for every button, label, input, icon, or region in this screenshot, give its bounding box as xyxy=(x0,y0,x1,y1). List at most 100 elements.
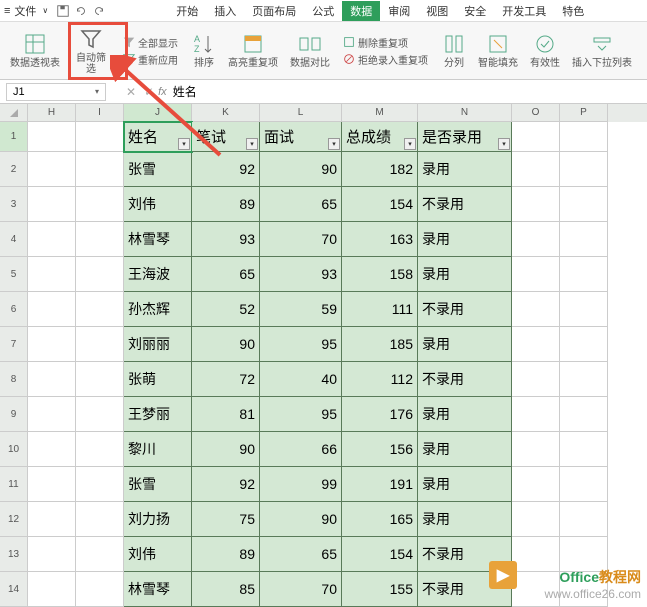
cell[interactable]: 录用 xyxy=(418,432,512,467)
cell[interactable] xyxy=(512,152,560,187)
row-header[interactable]: 7 xyxy=(0,327,28,362)
cell[interactable] xyxy=(560,362,608,397)
cell[interactable]: 75 xyxy=(192,502,260,537)
cell[interactable]: 录用 xyxy=(418,397,512,432)
cell[interactable]: 张萌 xyxy=(124,362,192,397)
cell[interactable]: 156 xyxy=(342,432,418,467)
cell[interactable]: 录用 xyxy=(418,222,512,257)
cell[interactable] xyxy=(560,467,608,502)
cell[interactable]: 155 xyxy=(342,572,418,607)
cell[interactable] xyxy=(76,327,124,362)
cell[interactable]: 刘伟 xyxy=(124,537,192,572)
reject-dup-button[interactable]: 拒绝录入重复项 xyxy=(342,51,430,68)
tab-featured[interactable]: 特色 xyxy=(554,1,592,21)
row-header[interactable]: 5 xyxy=(0,257,28,292)
cell[interactable]: 张雪 xyxy=(124,467,192,502)
row-header[interactable]: 3 xyxy=(0,187,28,222)
row-header[interactable]: 14 xyxy=(0,572,28,607)
cell-H1[interactable] xyxy=(28,122,76,152)
cell[interactable]: 90 xyxy=(260,152,342,187)
row-header[interactable]: 13 xyxy=(0,537,28,572)
row-header[interactable]: 4 xyxy=(0,222,28,257)
cell[interactable] xyxy=(512,187,560,222)
select-all-corner[interactable] xyxy=(0,104,28,122)
fx-icon[interactable]: fx xyxy=(158,86,167,98)
cell[interactable] xyxy=(76,397,124,432)
cell[interactable] xyxy=(28,362,76,397)
qat-redo-icon[interactable] xyxy=(92,4,106,18)
cell[interactable]: 85 xyxy=(192,572,260,607)
cell[interactable] xyxy=(28,537,76,572)
cancel-icon[interactable]: ✕ xyxy=(126,85,136,99)
tab-layout[interactable]: 页面布局 xyxy=(244,1,304,21)
cell-O1[interactable] xyxy=(512,122,560,152)
cell[interactable]: 录用 xyxy=(418,502,512,537)
highlight-dup-button[interactable]: 高亮重复项 xyxy=(222,22,284,79)
cell[interactable] xyxy=(28,397,76,432)
cell[interactable]: 154 xyxy=(342,187,418,222)
cell[interactable]: 93 xyxy=(192,222,260,257)
row-header[interactable]: 11 xyxy=(0,467,28,502)
cell[interactable] xyxy=(76,467,124,502)
cell[interactable]: 70 xyxy=(260,222,342,257)
cell[interactable] xyxy=(560,397,608,432)
cell[interactable] xyxy=(28,502,76,537)
cell[interactable]: 40 xyxy=(260,362,342,397)
cell[interactable] xyxy=(512,467,560,502)
col-header-L[interactable]: L xyxy=(260,104,342,122)
menu-icon[interactable]: ≡ xyxy=(4,5,10,17)
file-dropdown-icon[interactable]: ∨ xyxy=(42,6,48,15)
cell[interactable]: 90 xyxy=(192,327,260,362)
cell[interactable] xyxy=(28,572,76,607)
tab-formula[interactable]: 公式 xyxy=(304,1,342,21)
cell[interactable]: 93 xyxy=(260,257,342,292)
cell-J1[interactable]: 姓名▾ xyxy=(124,122,192,152)
cell[interactable] xyxy=(512,432,560,467)
filter-arrow-icon[interactable]: ▾ xyxy=(498,138,510,150)
cell[interactable] xyxy=(76,257,124,292)
cell[interactable] xyxy=(28,432,76,467)
tab-security[interactable]: 安全 xyxy=(456,1,494,21)
tab-home[interactable]: 开始 xyxy=(168,1,206,21)
cell[interactable] xyxy=(76,152,124,187)
cell[interactable]: 70 xyxy=(260,572,342,607)
row-header[interactable]: 2 xyxy=(0,152,28,187)
qat-save-icon[interactable] xyxy=(56,4,70,18)
cell-L1[interactable]: 面试▾ xyxy=(260,122,342,152)
file-menu[interactable]: 文件 xyxy=(14,3,36,19)
cell[interactable] xyxy=(512,257,560,292)
validation-button[interactable]: 有效性 xyxy=(524,22,566,79)
cell[interactable]: 89 xyxy=(192,187,260,222)
cell[interactable]: 89 xyxy=(192,537,260,572)
tab-review[interactable]: 审阅 xyxy=(380,1,418,21)
col-header-N[interactable]: N xyxy=(418,104,512,122)
col-header-J[interactable]: J xyxy=(124,104,192,122)
tab-insert[interactable]: 插入 xyxy=(206,1,244,21)
cell-I1[interactable] xyxy=(76,122,124,152)
cell[interactable] xyxy=(28,327,76,362)
cell[interactable]: 59 xyxy=(260,292,342,327)
cell[interactable] xyxy=(512,502,560,537)
tab-data[interactable]: 数据 xyxy=(342,1,380,21)
col-header-O[interactable]: O xyxy=(512,104,560,122)
cell[interactable] xyxy=(76,502,124,537)
col-header-M[interactable]: M xyxy=(342,104,418,122)
cell[interactable]: 林雪琴 xyxy=(124,222,192,257)
show-all-button[interactable]: 全部显示 xyxy=(122,34,180,51)
spreadsheet-grid[interactable]: H I J K L M N O P 1 姓名▾ 笔试▾ 面试▾ 总成绩▾ 是否录… xyxy=(0,104,647,607)
col-header-H[interactable]: H xyxy=(28,104,76,122)
cell[interactable]: 张雪 xyxy=(124,152,192,187)
cell[interactable] xyxy=(76,187,124,222)
cell[interactable]: 154 xyxy=(342,537,418,572)
confirm-icon[interactable]: ✓ xyxy=(144,85,154,99)
sort-button[interactable]: AZ 排序 xyxy=(186,22,222,79)
cell[interactable]: 95 xyxy=(260,397,342,432)
cell[interactable]: 王海波 xyxy=(124,257,192,292)
cell[interactable] xyxy=(28,152,76,187)
cell[interactable] xyxy=(512,292,560,327)
tab-devtools[interactable]: 开发工具 xyxy=(494,1,554,21)
cell[interactable]: 66 xyxy=(260,432,342,467)
cell[interactable]: 刘力扬 xyxy=(124,502,192,537)
cell[interactable] xyxy=(560,502,608,537)
cell-K1[interactable]: 笔试▾ xyxy=(192,122,260,152)
